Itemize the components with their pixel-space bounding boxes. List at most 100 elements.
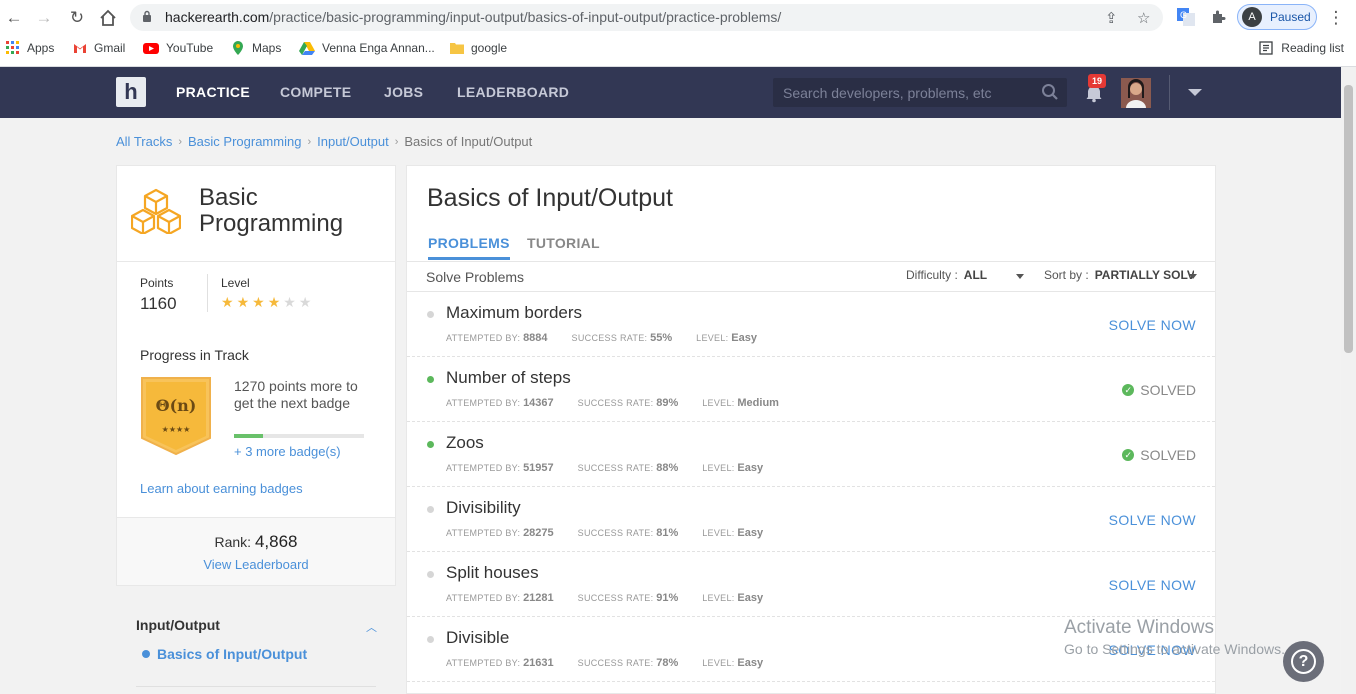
breadcrumb-all-tracks[interactable]: All Tracks (116, 134, 172, 149)
tab-problems[interactable]: PROBLEMS (428, 235, 510, 260)
bookmark-drive[interactable]: Venna Enga Annan... (299, 41, 435, 55)
problem-name[interactable]: Divisibility (446, 498, 521, 518)
status-dot-icon (427, 311, 434, 318)
bookmark-youtube[interactable]: YouTube (143, 41, 213, 55)
status-dot-icon (427, 571, 434, 578)
problem-row[interactable]: Divisible ATTEMPTED BY: 21631 SUCCESS RATE… (407, 617, 1215, 682)
problem-row[interactable]: Divisibility ATTEMPTED BY: 28275 SUCCESS R… (407, 487, 1215, 552)
nav-compete[interactable]: COMPETE (280, 84, 351, 100)
dropdown-caret-icon[interactable] (1016, 274, 1024, 279)
level-stat: LEVEL: Easy (702, 462, 764, 474)
problem-name[interactable]: Split houses (446, 563, 539, 583)
chevron-right-icon: › (394, 135, 399, 148)
bookmark-star-icon[interactable]: ☆ (1137, 9, 1150, 27)
problem-row[interactable]: Split houses ATTEMPTED BY: 21281 SUCCESS R… (407, 552, 1215, 617)
solve-now-button[interactable]: SOLVE NOW (1109, 642, 1196, 658)
problems-panel: Basics of Input/Output PROBLEMS TUTORIAL… (406, 165, 1216, 694)
status-dot-icon (427, 376, 434, 383)
problem-row[interactable]: Number of steps ATTEMPTED BY: 14367 SUCCES… (407, 357, 1215, 422)
solve-now-button[interactable]: SOLVE NOW (1109, 577, 1196, 593)
nav-jobs[interactable]: JOBS (384, 84, 423, 100)
bookmark-google[interactable]: google (450, 41, 507, 55)
help-button[interactable]: ? (1283, 641, 1324, 682)
sort-select[interactable]: Sort by :PARTIALLY SOLVED (1044, 268, 1194, 282)
breadcrumb: All Tracks › Basic Programming › Input/O… (116, 134, 532, 149)
site-search (773, 78, 1067, 107)
nav-practice[interactable]: PRACTICE (176, 84, 250, 100)
chevron-right-icon: › (307, 135, 312, 148)
star-icon: ★ (283, 294, 299, 310)
badge-progress-fill (234, 434, 263, 438)
profile-chip[interactable]: A Paused (1237, 4, 1317, 30)
site-navbar: h PRACTICE COMPETE JOBS LEADERBOARD 19 (0, 67, 1341, 118)
page-scrollbar[interactable] (1341, 67, 1356, 694)
dropdown-caret-icon[interactable] (1189, 274, 1197, 279)
chevron-up-icon[interactable]: ︿ (366, 619, 377, 635)
bookmark-gmail[interactable]: Gmail (73, 41, 125, 55)
sidenav-section-title[interactable]: Input/Output (136, 617, 220, 633)
difficulty-select[interactable]: Difficulty : ALL (906, 268, 987, 282)
scrollbar-thumb[interactable] (1344, 85, 1353, 353)
tab-tutorial[interactable]: TUTORIAL (527, 235, 600, 251)
view-leaderboard-link[interactable]: View Leaderboard (117, 557, 395, 572)
problem-row[interactable]: Maximum borders ATTEMPTED BY: 8884 SUCCESS… (407, 292, 1215, 357)
success-rate-stat: SUCCESS RATE: 88% (577, 462, 679, 474)
points-value: 1160 (140, 294, 177, 313)
chevron-down-icon[interactable] (1188, 89, 1202, 96)
rank-section: Rank: 4,868 View Leaderboard (117, 517, 395, 585)
learn-badges-link[interactable]: Learn about earning badges (140, 481, 303, 496)
user-avatar[interactable] (1121, 78, 1151, 108)
bookmark-maps[interactable]: Maps (231, 41, 281, 55)
status-dot-icon (427, 506, 434, 513)
rank-line: Rank: 4,868 (117, 532, 395, 552)
star-icon: ★ (236, 294, 253, 310)
search-icon[interactable] (1041, 83, 1059, 101)
sidenav-item-basics[interactable]: Basics of Input/Output (142, 646, 307, 662)
back-arrow-icon[interactable]: ← (3, 7, 25, 29)
share-icon[interactable]: ⇪ (1105, 9, 1118, 27)
solve-now-button[interactable]: SOLVE NOW (1109, 512, 1196, 528)
solve-now-button[interactable]: SOLVE NOW (1109, 317, 1196, 333)
translate-icon[interactable]: G (1175, 6, 1197, 28)
success-rate-stat: SUCCESS RATE: 81% (577, 527, 679, 539)
more-badges-link[interactable]: + 3 more badge(s) (234, 444, 341, 459)
folder-icon (450, 43, 464, 54)
bookmark-apps[interactable]: Apps (6, 41, 54, 55)
youtube-icon (143, 43, 159, 54)
search-input[interactable] (773, 78, 1033, 107)
nav-leaderboard[interactable]: LEADERBOARD (457, 84, 569, 100)
reading-list-button[interactable]: Reading list (1259, 41, 1344, 55)
level-stat: LEVEL: Medium (702, 397, 779, 409)
progress-label: Progress in Track (140, 347, 249, 363)
problem-name[interactable]: Maximum borders (446, 303, 582, 323)
sort-value: PARTIALLY SOLVED (1094, 268, 1194, 282)
stats-divider (207, 274, 208, 312)
problem-name[interactable]: Number of steps (446, 368, 571, 388)
reload-icon[interactable]: ↻ (66, 7, 88, 29)
solved-status: ✓ SOLVED (1122, 447, 1196, 463)
problem-row[interactable]: Zoos ATTEMPTED BY: 51957 SUCCESS RATE: 88%… (407, 422, 1215, 487)
address-bar[interactable]: hackerearth.com/practice/basic-programmi… (130, 4, 1163, 31)
breadcrumb-basic-programming[interactable]: Basic Programming (188, 134, 301, 149)
extensions-puzzle-icon[interactable] (1207, 6, 1229, 28)
kebab-menu-icon[interactable]: ⋮ (1325, 7, 1347, 29)
question-icon: ? (1291, 649, 1316, 674)
active-dot-icon (142, 650, 150, 658)
forward-arrow-icon[interactable]: → (33, 7, 55, 29)
problem-meta: ATTEMPTED BY: 28275 SUCCESS RATE: 81% LEVE… (446, 527, 763, 539)
problem-name[interactable]: Divisible (446, 628, 509, 648)
status-dot-icon (427, 636, 434, 643)
check-circle-icon: ✓ (1122, 449, 1135, 461)
topic-sidenav: Input/Output ︿ Basics of Input/Output (116, 605, 396, 694)
success-rate-stat: SUCCESS RATE: 55% (571, 332, 673, 344)
level-label: Level (221, 276, 250, 290)
problem-name[interactable]: Zoos (446, 433, 484, 453)
attempted-stat: ATTEMPTED BY: 21281 (446, 592, 554, 604)
home-icon[interactable] (97, 7, 119, 29)
star-icon: ★ (298, 294, 315, 310)
hackerearth-logo[interactable]: h (116, 77, 146, 107)
lock-icon (143, 10, 151, 22)
profile-status: Paused (1270, 10, 1311, 24)
gmail-icon (74, 44, 86, 53)
breadcrumb-input-output[interactable]: Input/Output (317, 134, 389, 149)
